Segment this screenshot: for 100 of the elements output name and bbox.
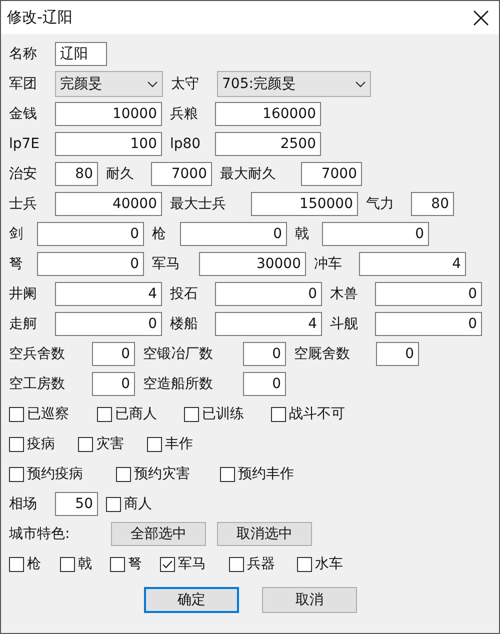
field-label: 名称 bbox=[9, 45, 38, 63]
field-label: 枪 bbox=[152, 225, 167, 243]
checkbox-box[interactable] bbox=[9, 406, 24, 422]
input-field[interactable]: 0 bbox=[180, 222, 287, 246]
checkbox[interactable]: 已商人 bbox=[97, 405, 184, 423]
field-label: 木兽 bbox=[330, 285, 359, 303]
window-title: 修改-辽阳 bbox=[7, 8, 72, 27]
input-field[interactable]: 0 bbox=[243, 342, 286, 366]
select-button[interactable]: 取消选中 bbox=[217, 522, 312, 546]
checkbox[interactable]: 灾害 bbox=[78, 435, 147, 453]
checkbox-box[interactable] bbox=[110, 556, 125, 572]
checkbox[interactable]: 商人 bbox=[106, 495, 152, 513]
field-label: 剑 bbox=[9, 225, 24, 243]
input-field[interactable]: 4 bbox=[215, 312, 322, 336]
checkbox[interactable]: 预约灾害 bbox=[116, 465, 220, 483]
field-label: 气力 bbox=[366, 195, 395, 213]
checkbox[interactable]: 已训练 bbox=[184, 405, 271, 423]
input-field[interactable]: 150000 bbox=[251, 192, 358, 216]
dialog-button[interactable]: 取消 bbox=[262, 587, 357, 613]
input-field[interactable]: 80 bbox=[411, 192, 454, 216]
checkbox[interactable]: 军马 bbox=[160, 555, 229, 573]
checkbox[interactable]: 兵器 bbox=[229, 555, 297, 573]
checkbox[interactable]: 预约疫病 bbox=[9, 465, 116, 483]
field-label: 治安 bbox=[9, 165, 38, 183]
input-field[interactable]: 0 bbox=[376, 342, 419, 366]
checkbox-box[interactable] bbox=[160, 556, 175, 572]
input-field[interactable]: 80 bbox=[55, 162, 98, 186]
field-label: 弩 bbox=[9, 255, 24, 273]
input-field[interactable]: 辽阳 bbox=[55, 42, 107, 66]
field-label: 投石 bbox=[170, 285, 199, 303]
input-field[interactable]: 0 bbox=[55, 312, 162, 336]
input-field[interactable]: 4 bbox=[55, 282, 162, 306]
checkbox-box[interactable] bbox=[229, 556, 244, 572]
checkbox-box[interactable] bbox=[116, 466, 131, 482]
checkbox[interactable]: 预约丰作 bbox=[220, 465, 310, 483]
checkbox[interactable]: 丰作 bbox=[147, 435, 217, 453]
dropdown[interactable]: 完颜旻 bbox=[55, 71, 163, 97]
input-field[interactable]: 2500 bbox=[215, 132, 321, 156]
field-label: 冲车 bbox=[314, 255, 343, 273]
checkbox[interactable]: 枪 bbox=[9, 555, 60, 573]
input-field[interactable]: 10000 bbox=[55, 102, 162, 126]
checkbox-box[interactable] bbox=[9, 556, 24, 572]
checkbox-box[interactable] bbox=[271, 406, 286, 422]
input-field[interactable]: 0 bbox=[92, 342, 135, 366]
checkbox[interactable]: 水车 bbox=[297, 555, 367, 573]
input-field[interactable]: 4 bbox=[359, 252, 466, 276]
checkbox[interactable]: 已巡察 bbox=[9, 405, 97, 423]
chevron-down-icon bbox=[355, 80, 366, 88]
checkbox-box[interactable] bbox=[9, 466, 24, 482]
field-label: lp80 bbox=[170, 136, 202, 152]
input-field[interactable]: 100 bbox=[55, 132, 162, 156]
field-label: 军团 bbox=[9, 75, 38, 93]
input-field[interactable]: 0 bbox=[37, 222, 144, 246]
checkbox-box[interactable] bbox=[9, 436, 24, 452]
field-label: 走舸 bbox=[9, 315, 38, 333]
field-label: 空造船所数 bbox=[143, 375, 214, 393]
checkbox-box[interactable] bbox=[147, 436, 162, 452]
field-label: 军马 bbox=[152, 255, 181, 273]
field-label: 最大耐久 bbox=[220, 165, 277, 183]
dropdown[interactable]: 705:完颜旻 bbox=[217, 71, 371, 97]
field-label: 空兵舍数 bbox=[9, 345, 66, 363]
field-label: 空锻冶厂数 bbox=[143, 345, 214, 363]
checkbox[interactable]: 戟 bbox=[60, 555, 110, 573]
input-field[interactable]: 0 bbox=[375, 312, 482, 336]
input-field[interactable]: 0 bbox=[37, 252, 144, 276]
checkbox[interactable]: 弩 bbox=[110, 555, 160, 573]
checkbox-box[interactable] bbox=[60, 556, 75, 572]
input-field[interactable]: 0 bbox=[215, 282, 322, 306]
select-button[interactable]: 全部选中 bbox=[111, 522, 206, 546]
field-label: 耐久 bbox=[106, 165, 135, 183]
close-icon[interactable] bbox=[473, 10, 489, 26]
field-label: 井阑 bbox=[9, 285, 38, 303]
checkbox-box[interactable] bbox=[97, 406, 112, 422]
checkbox-box[interactable] bbox=[220, 466, 235, 482]
field-label: 兵粮 bbox=[170, 105, 199, 123]
chevron-down-icon bbox=[147, 80, 158, 88]
field-label: 最大士兵 bbox=[170, 195, 227, 213]
input-field[interactable]: 7000 bbox=[151, 162, 212, 186]
field-label: 空厩舍数 bbox=[294, 345, 351, 363]
checkbox[interactable]: 战斗不可 bbox=[271, 405, 361, 423]
input-field[interactable]: 0 bbox=[92, 372, 135, 396]
section-label: 城市特色: bbox=[9, 525, 71, 543]
dialog-button[interactable]: 确定 bbox=[144, 587, 239, 613]
checkbox-box[interactable] bbox=[184, 406, 199, 422]
input-field[interactable]: 40000 bbox=[55, 192, 162, 216]
field-label: 楼船 bbox=[170, 315, 199, 333]
input-field[interactable]: 50 bbox=[55, 492, 98, 516]
field-label: 空工房数 bbox=[9, 375, 66, 393]
field-label: 金钱 bbox=[9, 105, 38, 123]
input-field[interactable]: 7000 bbox=[301, 162, 362, 186]
input-field[interactable]: 0 bbox=[375, 282, 482, 306]
input-field[interactable]: 0 bbox=[322, 222, 429, 246]
checkbox[interactable]: 疫病 bbox=[9, 435, 78, 453]
input-field[interactable]: 30000 bbox=[199, 252, 306, 276]
field-label: 戟 bbox=[295, 225, 310, 243]
input-field[interactable]: 0 bbox=[243, 372, 286, 396]
checkbox-box[interactable] bbox=[297, 556, 312, 572]
input-field[interactable]: 160000 bbox=[215, 102, 321, 126]
checkbox-box[interactable] bbox=[106, 496, 121, 512]
checkbox-box[interactable] bbox=[78, 436, 93, 452]
